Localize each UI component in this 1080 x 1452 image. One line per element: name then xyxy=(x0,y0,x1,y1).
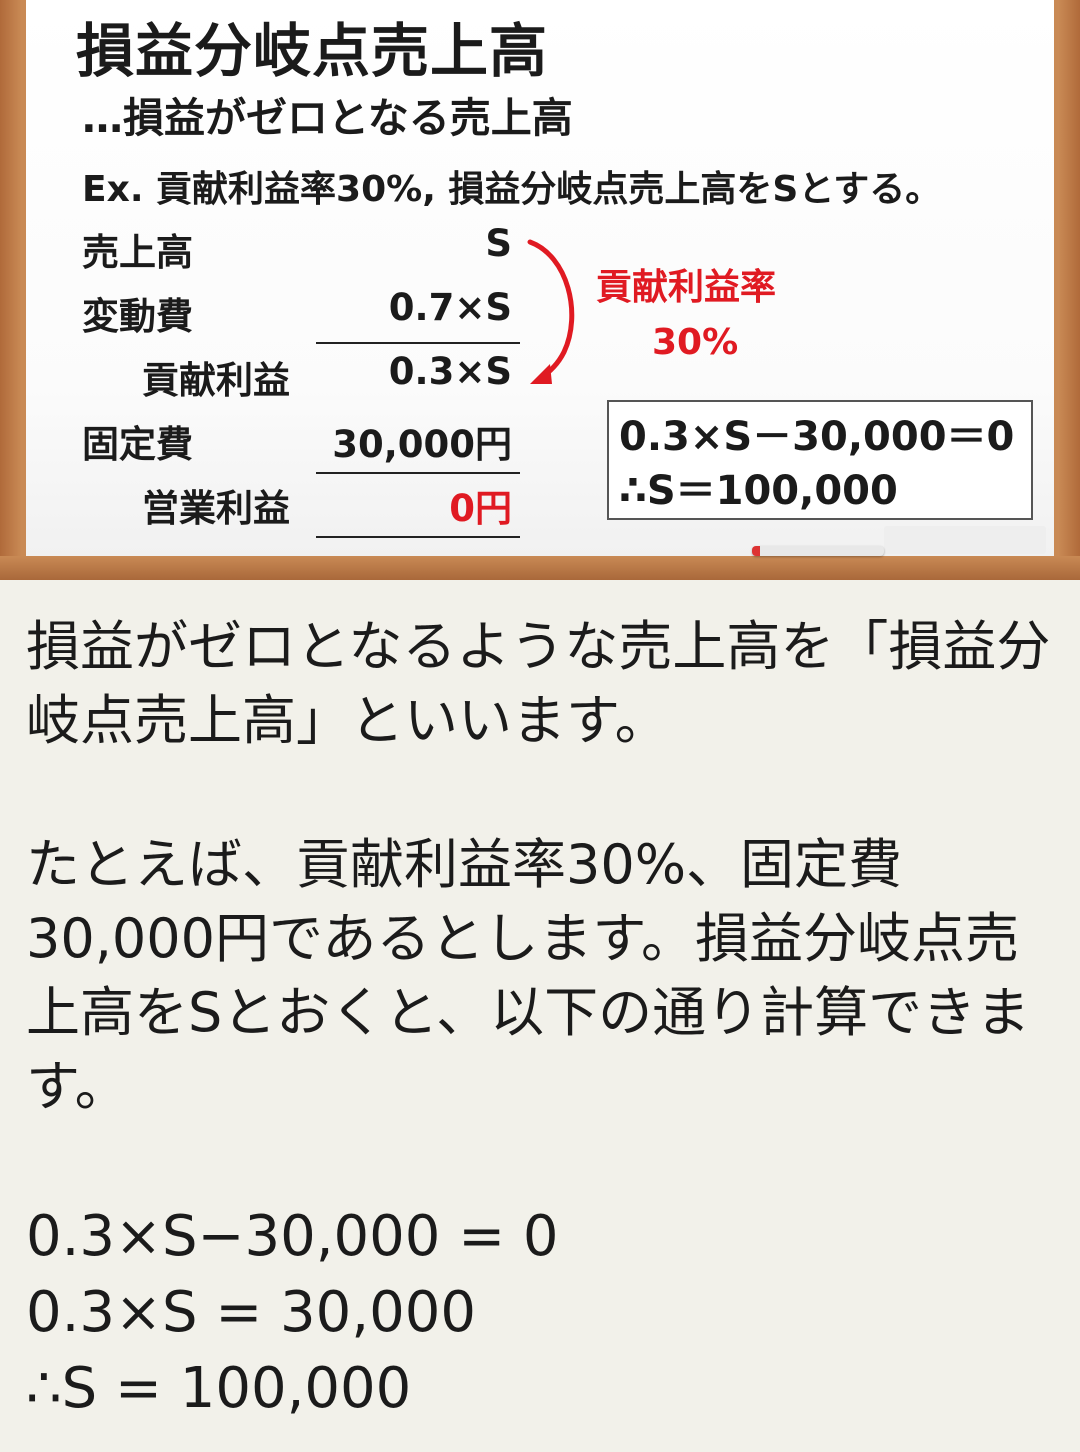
equation-box: 0.3×S－30,000＝0 ∴S＝100,000 xyxy=(607,400,1033,520)
board-example: Ex. 貢献利益率30%, 損益分岐点売上高をSとする。 xyxy=(82,169,942,210)
whiteboard-ledge xyxy=(0,556,1080,580)
table-rule xyxy=(316,342,520,344)
equation-line: ∴S＝100,000 xyxy=(619,468,898,514)
row-label-operating-income: 営業利益 xyxy=(142,487,290,530)
row-value-contribution-margin: 0.3×S xyxy=(388,350,512,393)
row-label-variable-cost: 変動費 xyxy=(82,295,193,338)
calc-line: 0.3×S−30,000 = 0 xyxy=(26,1204,559,1269)
row-value-fixed-cost: 30,000円 xyxy=(332,423,512,466)
calc-line: 0.3×S = 30,000 xyxy=(26,1280,476,1345)
equation-line: 0.3×S－30,000＝0 xyxy=(619,414,1015,460)
board-title: 損益分岐点売上高 xyxy=(76,17,549,85)
paragraph-example: たとえば、貢献利益率30%、固定費30,000円であるとします。損益分岐点売上高… xyxy=(26,833,1031,1118)
table-rule xyxy=(316,536,520,538)
eraser xyxy=(884,526,1046,554)
calc-line: ∴S = 100,000 xyxy=(26,1356,412,1421)
table-rule xyxy=(316,472,520,474)
curved-arrow-icon xyxy=(527,239,575,384)
row-label-sales: 売上高 xyxy=(82,231,193,274)
paragraph-definition: 損益がゼロとなるような売上高を「損益分岐点売上高」といいます。 xyxy=(26,615,1051,752)
row-value-operating-income: 0円 xyxy=(449,487,512,530)
row-value-variable-cost: 0.7×S xyxy=(388,286,512,329)
ratio-value: 30% xyxy=(652,322,739,363)
ratio-label: 貢献利益率 xyxy=(596,267,777,308)
row-label-contribution-margin: 貢献利益 xyxy=(142,359,290,402)
marker-pen xyxy=(752,546,884,556)
row-label-fixed-cost: 固定費 xyxy=(82,423,193,466)
row-value-sales: S xyxy=(485,222,512,265)
board-subtitle: …損益がゼロとなる売上高 xyxy=(82,94,573,142)
